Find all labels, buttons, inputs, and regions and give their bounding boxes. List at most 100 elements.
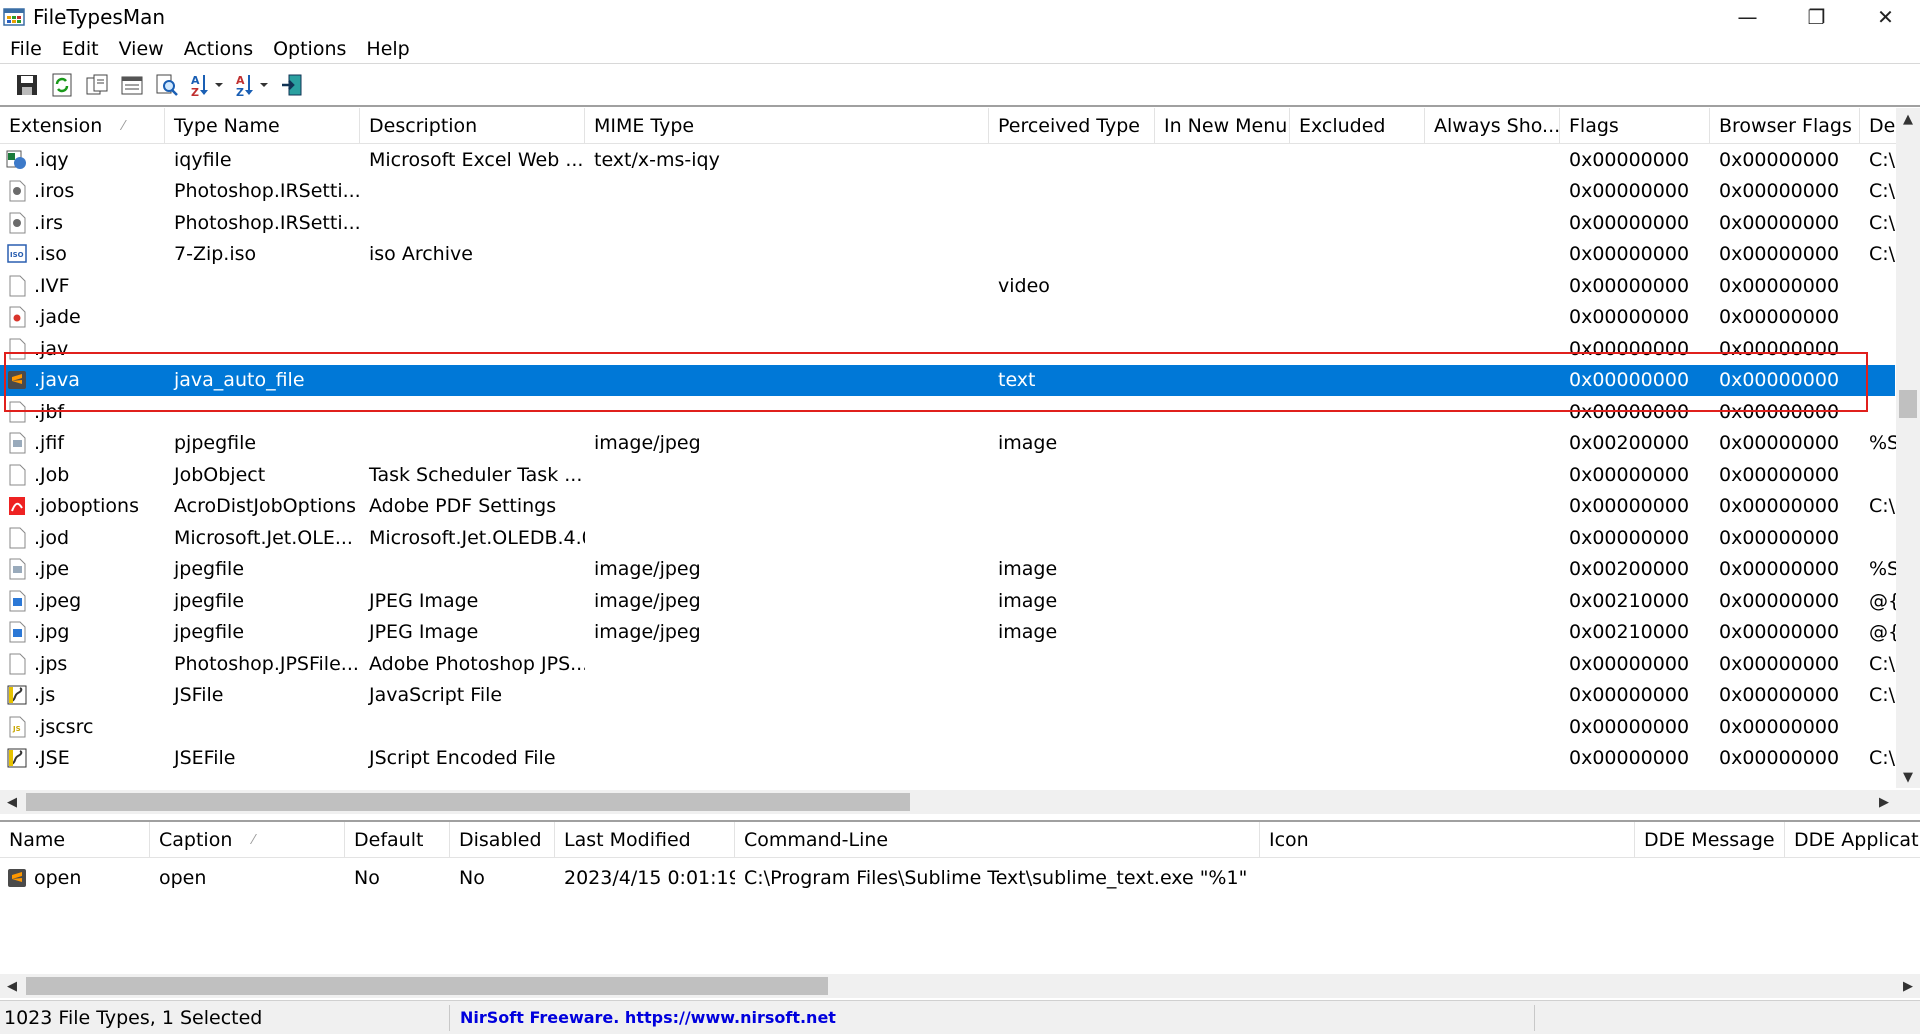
- find-button[interactable]: [152, 70, 182, 100]
- properties-button[interactable]: [117, 70, 147, 100]
- column-dde-message[interactable]: DDE Message: [1635, 822, 1785, 858]
- cell-extension: .IVF: [0, 270, 165, 302]
- column-perceived-type[interactable]: Perceived Type: [989, 108, 1155, 144]
- table-row[interactable]: .js JSFile JavaScript File 0x00000000 0x0000…: [0, 680, 1895, 712]
- table-row[interactable]: ISO .iso 7-Zip.iso iso Archive 0x00000000 0x0…: [0, 239, 1895, 271]
- scrollbar-corner: [1896, 790, 1920, 814]
- minimize-button[interactable]: —: [1713, 0, 1782, 34]
- table-row[interactable]: JS .jscsrc 0x00000000 0x00000000: [0, 711, 1895, 743]
- restore-button[interactable]: ❐: [1782, 0, 1851, 34]
- vertical-scroll-thumb[interactable]: [1899, 390, 1917, 418]
- extension-label: .jpe: [34, 558, 70, 581]
- table-row[interactable]: .iqy iqyfile Microsoft Excel Web ... text/x…: [0, 144, 1895, 176]
- table-row[interactable]: .jav 0x00000000 0x00000000: [0, 333, 1895, 365]
- table-row[interactable]: .jfif pjpegfile image/jpeg image 0x00200000 0…: [0, 428, 1899, 460]
- table-row[interactable]: .jpe jpegfile image/jpeg image 0x00200000 0x0…: [0, 554, 1899, 586]
- table-row[interactable]: .jbf 0x00000000 0x00000000: [0, 396, 1895, 428]
- table-row[interactable]: .irs Photoshop.IRSetti... 0x00000000 0x0000…: [0, 207, 1895, 239]
- actions-horizontal-scrollbar[interactable]: ◀ ▶: [0, 974, 1920, 998]
- cell-description: iso Archive: [369, 243, 473, 266]
- cell-description: JScript Encoded File: [369, 747, 556, 770]
- cell-extension: .iqy: [0, 144, 165, 176]
- scroll-up-icon[interactable]: ▲: [1896, 108, 1920, 130]
- cell-always-show: [1425, 554, 1560, 586]
- cell-extension: .jade: [0, 302, 165, 334]
- cell-type-name: Photoshop.IRSetti...: [174, 211, 360, 234]
- cell-in-new-menu: [1155, 522, 1290, 554]
- table-row[interactable]: .IVF video 0x00000000 0x00000000: [0, 270, 1895, 302]
- save-button[interactable]: [12, 70, 42, 100]
- refresh-button[interactable]: [47, 70, 77, 100]
- table-row[interactable]: .jod Microsoft.Jet.OLE... Microsoft.Jet.OL…: [0, 522, 1895, 554]
- column-extension[interactable]: Extension ⁄: [0, 108, 165, 144]
- file-types-horizontal-scrollbar[interactable]: ◀ ▶: [0, 790, 1896, 814]
- copy-button[interactable]: [82, 70, 112, 100]
- menu-actions[interactable]: Actions: [174, 38, 263, 60]
- cell-flags: 0x00000000: [1569, 652, 1690, 675]
- menu-options[interactable]: Options: [263, 38, 356, 60]
- column-always-show[interactable]: Always Sho...: [1425, 108, 1560, 144]
- file-types-vertical-scrollbar[interactable]: ▲ ▼: [1896, 108, 1920, 788]
- table-row-selected[interactable]: .java java_auto_file text 0x00000000 0x00000…: [0, 364, 1895, 396]
- column-default[interactable]: Default: [345, 822, 450, 858]
- cell-mime-type: [585, 270, 989, 302]
- table-row[interactable]: .Job JobObject Task Scheduler Task ... 0x00…: [0, 459, 1895, 491]
- scroll-down-icon[interactable]: ▼: [1896, 766, 1920, 788]
- nirsoft-link[interactable]: NirSoft Freeware. https://www.nirsoft.ne…: [450, 1004, 1535, 1031]
- image-file-icon: [6, 432, 28, 454]
- column-default-icon[interactable]: De: [1860, 108, 1900, 144]
- horizontal-scroll-thumb[interactable]: [26, 793, 910, 811]
- menu-edit[interactable]: Edit: [52, 38, 109, 60]
- scroll-right-icon[interactable]: ▶: [1896, 974, 1920, 998]
- column-flags[interactable]: Flags: [1560, 108, 1710, 144]
- sort-ascending-button[interactable]: AZ: [187, 70, 227, 100]
- column-dde-application[interactable]: DDE Applicati...: [1785, 822, 1920, 858]
- scroll-left-icon[interactable]: ◀: [0, 974, 24, 998]
- column-description[interactable]: Description: [360, 108, 585, 144]
- actions-list[interactable]: Name Caption ⁄ Default Disabled Last Modi…: [0, 820, 1920, 1000]
- table-row[interactable]: .jpg jpegfile JPEG Image image/jpeg image 0x0…: [0, 617, 1900, 649]
- cell-mime-type: [585, 396, 989, 428]
- column-excluded[interactable]: Excluded: [1290, 108, 1425, 144]
- blank-file-icon: [6, 275, 28, 297]
- column-mime-type[interactable]: MIME Type: [585, 108, 989, 144]
- menu-view[interactable]: View: [109, 38, 174, 60]
- column-name[interactable]: Name: [0, 822, 150, 858]
- scroll-left-icon[interactable]: ◀: [0, 790, 24, 814]
- table-row[interactable]: .joboptions AcroDistJobOptions Adobe PDF S…: [0, 491, 1895, 523]
- sort-descending-button[interactable]: AZ: [232, 70, 272, 100]
- table-row[interactable]: .jade 0x00000000 0x00000000: [0, 302, 1895, 334]
- table-row[interactable]: .jps Photoshop.JPSFile... Adobe Photoshop …: [0, 648, 1895, 680]
- table-row[interactable]: open open No No 2023/4/15 0:01:19 C:\Program …: [0, 862, 1920, 894]
- column-last-modified[interactable]: Last Modified: [555, 822, 735, 858]
- extension-label: .joboptions: [34, 495, 139, 518]
- cell-excluded: [1290, 554, 1425, 586]
- menu-file[interactable]: File: [0, 38, 52, 60]
- file-types-list[interactable]: Extension ⁄ Type Name Description MIME Ty…: [0, 108, 1920, 814]
- column-command-line[interactable]: Command-Line: [735, 822, 1260, 858]
- cell-browser-flags: 0x00000000: [1719, 495, 1840, 518]
- exit-button[interactable]: [277, 70, 307, 100]
- copy-icon: [86, 74, 108, 94]
- excel-web-query-icon: [6, 149, 28, 171]
- menu-help[interactable]: Help: [356, 38, 419, 60]
- horizontal-scroll-thumb[interactable]: [26, 977, 828, 995]
- column-icon[interactable]: Icon: [1260, 822, 1635, 858]
- cell-browser-flags: 0x00000000: [1719, 306, 1840, 329]
- cell-flags: 0x00000000: [1569, 337, 1690, 360]
- extension-label: .iros: [34, 180, 75, 203]
- close-button[interactable]: ✕: [1851, 0, 1920, 34]
- cell-excluded: [1290, 428, 1425, 460]
- column-in-new-menu[interactable]: In New Menu: [1155, 108, 1290, 144]
- column-type-name[interactable]: Type Name: [165, 108, 360, 144]
- cell-browser-flags: 0x00000000: [1719, 463, 1840, 486]
- scroll-right-icon[interactable]: ▶: [1872, 790, 1896, 814]
- cell-description: [360, 428, 585, 460]
- table-row[interactable]: .jpeg jpegfile JPEG Image image/jpeg image 0x…: [0, 585, 1900, 617]
- table-row[interactable]: .JSE JSEFile JScript Encoded File 0x0000000…: [0, 743, 1895, 775]
- cell-always-show: [1425, 711, 1560, 743]
- column-disabled[interactable]: Disabled: [450, 822, 555, 858]
- table-row[interactable]: .iros Photoshop.IRSetti... 0x00000000 0x000…: [0, 176, 1895, 208]
- column-caption[interactable]: Caption ⁄: [150, 822, 345, 858]
- column-browser-flags[interactable]: Browser Flags: [1710, 108, 1860, 144]
